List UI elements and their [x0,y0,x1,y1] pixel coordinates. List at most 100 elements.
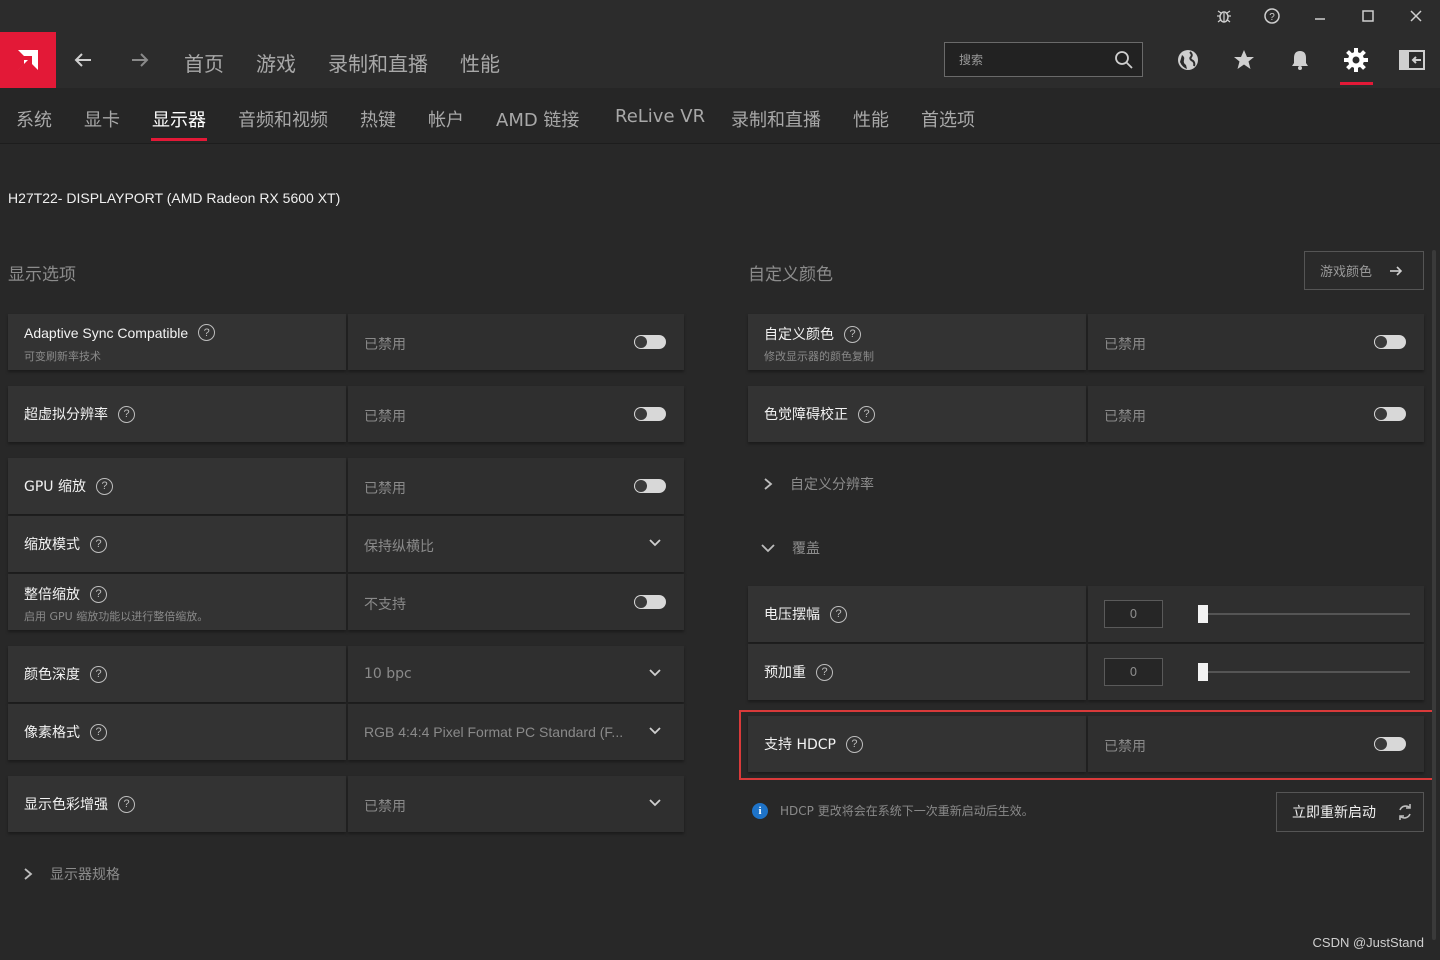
game-color-button[interactable]: 游戏颜色 [1304,251,1424,290]
row-adaptive-sync: Adaptive Sync Compatible? 可变刷新率技术 已禁用 [8,314,684,370]
row-custom-color: 自定义颜色? 修改显示器的颜色复制 已禁用 [748,314,1424,370]
favorites-star-icon[interactable] [1228,44,1260,76]
search-box[interactable] [944,42,1143,77]
custom-color-desc: 修改显示器的颜色复制 [764,350,874,363]
help-icon[interactable]: ? [90,723,107,741]
help-icon[interactable]: ? [96,477,113,495]
help-icon[interactable]: ? [90,585,107,603]
virtual-super-resolution-toggle[interactable] [634,407,666,421]
gpu-scaling-toggle[interactable] [634,479,666,493]
row-pixel-format[interactable]: 像素格式? RGB 4:4:4 Pixel Format PC Standard… [8,704,684,760]
help-icon[interactable]: ? [90,535,107,553]
amd-logo-icon[interactable] [0,32,56,88]
virtual-super-resolution-label: 超虚拟分辨率 [24,407,108,423]
help-icon[interactable]: ? [1248,0,1296,32]
help-icon[interactable]: ? [198,324,216,341]
help-icon[interactable]: ? [816,663,833,681]
active-tab-indicator [151,138,207,141]
tab-system[interactable]: 系统 [16,106,52,132]
sidebar-panel-icon[interactable] [1396,44,1428,76]
watermark: CSDN @JustStand [1312,935,1424,950]
adaptive-sync-toggle[interactable] [634,335,666,349]
restart-now-label: 立即重新启动 [1292,805,1376,821]
hdcp-info-message: i HDCP 更改将会在系统下一次重新启动后生效。 [752,802,1034,819]
help-icon[interactable]: ? [118,795,135,813]
custom-color-status: 已禁用 [1104,337,1146,353]
chevron-down-icon[interactable] [648,796,662,810]
color-depth-label: 颜色深度 [24,667,80,683]
tab-graphics[interactable]: 显卡 [84,106,120,132]
hdcp-highlight-box [739,710,1436,780]
arrow-right-icon [1390,265,1403,276]
nav-home[interactable]: 首页 [184,48,224,77]
info-icon: i [752,802,768,819]
app-window: ? 首页 游戏 录制和直播 性能 搜索 系统 显卡 显示器 音频和视频 热键 帐… [0,0,1440,960]
tab-amd-link[interactable]: AMD 链接 [496,106,579,132]
tab-display[interactable]: 显示器 [152,106,206,132]
tab-performance[interactable]: 性能 [853,106,889,132]
gpu-scaling-label: GPU 缩放 [24,479,86,495]
tab-record-stream[interactable]: 录制和直播 [731,106,821,132]
restart-now-button[interactable]: 立即重新启动 [1276,792,1424,832]
row-color-enhancement[interactable]: 显示色彩增强? 已禁用 [8,776,684,832]
search-input[interactable] [945,43,1105,76]
help-icon[interactable]: ? [118,405,135,423]
row-gpu-scaling: GPU 缩放? 已禁用 [8,458,684,514]
overlay-expander[interactable]: 覆盖 [760,538,820,558]
custom-resolution-expander[interactable]: 自定义分辨率 [762,474,874,494]
bug-report-icon[interactable] [1200,0,1248,32]
nav-performance[interactable]: 性能 [460,48,500,77]
scrollbar[interactable] [1432,250,1436,940]
close-icon[interactable] [1392,0,1440,32]
tab-relive-vr[interactable]: ReLive VR [615,106,705,127]
color-blindness-toggle[interactable] [1374,407,1406,421]
custom-color-toggle[interactable] [1374,335,1406,349]
main-nav: 首页 游戏 录制和直播 性能 [0,32,1440,88]
chevron-down-icon [761,544,775,553]
voltage-swing-input[interactable]: 0 [1104,600,1163,628]
maximize-icon[interactable] [1344,0,1392,32]
virtual-super-resolution-status: 已禁用 [364,409,406,425]
color-enhancement-label: 显示色彩增强 [24,797,108,813]
tab-account[interactable]: 帐户 [428,106,464,132]
row-scaling-mode[interactable]: 缩放模式? 保持纵横比 [8,516,684,572]
display-specs-expander[interactable]: 显示器规格 [22,864,120,884]
chevron-down-icon[interactable] [648,666,662,680]
gpu-scaling-status: 已禁用 [364,481,406,497]
voltage-swing-thumb[interactable] [1198,605,1208,623]
row-virtual-super-resolution: 超虚拟分辨率? 已禁用 [8,386,684,442]
tab-audio-video[interactable]: 音频和视频 [238,106,328,132]
row-voltage-swing: 电压摆幅? 0 [748,586,1424,642]
notifications-bell-icon[interactable] [1284,44,1316,76]
custom-color-label: 自定义颜色 [764,327,834,343]
row-color-depth[interactable]: 颜色深度? 10 bpc [8,646,684,702]
help-icon[interactable]: ? [90,665,107,683]
svg-text:?: ? [1269,12,1275,23]
game-color-label: 游戏颜色 [1320,265,1373,280]
voltage-swing-track[interactable] [1198,613,1410,615]
chevron-down-icon[interactable] [648,536,662,550]
settings-gear-icon[interactable] [1340,44,1372,76]
pre-emphasis-track[interactable] [1198,671,1410,673]
help-icon[interactable]: ? [844,325,861,343]
search-icon[interactable] [1114,50,1134,70]
back-arrow-icon[interactable] [69,46,97,74]
tab-hotkeys[interactable]: 热键 [360,106,396,132]
nav-record-stream[interactable]: 录制和直播 [328,48,428,77]
tab-preferences[interactable]: 首选项 [921,106,975,132]
chevron-down-icon[interactable] [648,724,662,738]
adaptive-sync-label: Adaptive Sync Compatible [24,324,189,341]
integer-scaling-toggle[interactable] [634,595,666,609]
nav-games[interactable]: 游戏 [256,48,296,77]
globe-icon[interactable] [1172,44,1204,76]
adaptive-sync-desc: 可变刷新率技术 [24,350,101,363]
color-enhancement-value: 已禁用 [364,799,406,815]
forward-arrow-icon[interactable] [126,46,154,74]
row-pre-emphasis: 预加重? 0 [748,644,1424,700]
minimize-icon[interactable] [1296,0,1344,32]
pre-emphasis-input[interactable]: 0 [1104,658,1163,686]
help-icon[interactable]: ? [858,405,875,423]
help-icon[interactable]: ? [830,605,847,623]
pre-emphasis-thumb[interactable] [1198,663,1208,681]
chevron-right-icon [24,868,33,880]
